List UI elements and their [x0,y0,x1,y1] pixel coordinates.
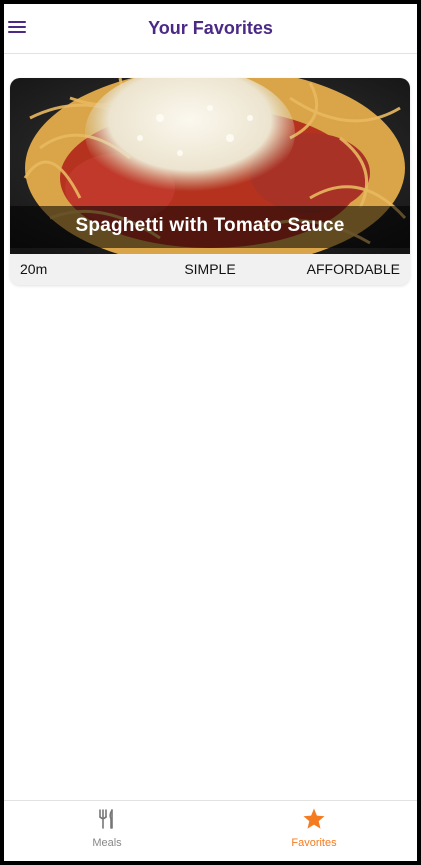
tab-meals[interactable]: Meals [4,801,210,861]
app-screen: Your Favorites Spaghetti with Tomato Sau… [4,4,417,861]
meal-affordability: AFFORDABLE [306,261,400,277]
meal-card[interactable]: Spaghetti with Tomato Sauce 20m SIMPLE A… [10,78,410,285]
meal-details: 20m SIMPLE AFFORDABLE [10,255,410,285]
tab-favorites[interactable]: Favorites [211,801,417,861]
star-icon [303,808,325,829]
tab-meals-label: Meals [92,837,122,849]
page-title: Your Favorites [148,18,273,38]
tab-favorites-label: Favorites [291,837,337,849]
header: Your Favorites [4,4,417,54]
fork-knife-icon [99,809,113,829]
meal-title: Spaghetti with Tomato Sauce [10,206,410,248]
bottom-tab-bar: Meals Favorites [4,800,417,861]
